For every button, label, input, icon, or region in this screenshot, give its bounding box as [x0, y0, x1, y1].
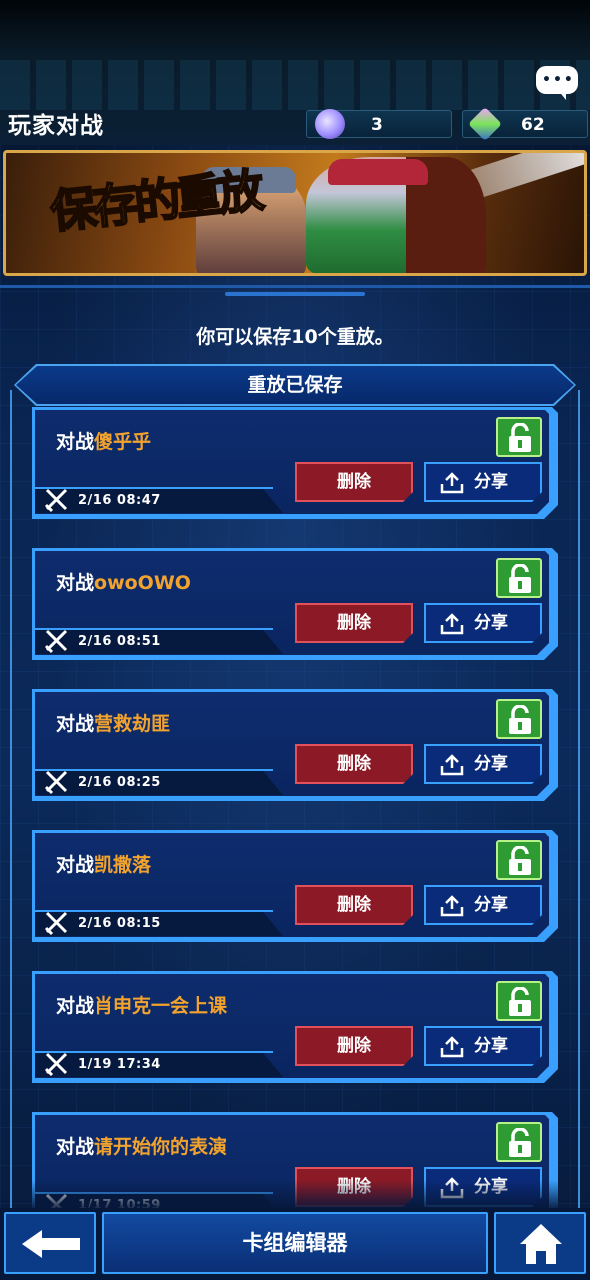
replay-card[interactable]: 对战owoOWO 2/16 08:51 删除 分享 — [32, 548, 558, 660]
share-icon — [440, 472, 464, 494]
share-icon — [440, 1036, 464, 1058]
share-label: 分享 — [474, 472, 508, 492]
delete-button[interactable]: 删除 — [295, 462, 413, 502]
opponent-name: 请开始你的表演 — [94, 1136, 228, 1158]
unlock-icon[interactable] — [496, 840, 542, 880]
opponent-name: 凯撒落 — [94, 854, 152, 876]
unlock-icon[interactable] — [496, 699, 542, 739]
share-button[interactable]: 分享 — [424, 885, 542, 925]
home-icon — [520, 1224, 562, 1264]
replay-title: 对战凯撒落 — [56, 850, 151, 877]
replay-title: 对战傻乎乎 — [56, 427, 151, 454]
unlock-icon[interactable] — [496, 981, 542, 1021]
page-title: 玩家对战 — [8, 113, 104, 139]
deck-editor-button[interactable]: 卡组编辑器 — [102, 1212, 488, 1274]
delete-button[interactable]: 删除 — [295, 744, 413, 784]
delete-button[interactable]: 删除 — [295, 885, 413, 925]
opponent-name: 肖申克一会上课 — [94, 995, 228, 1017]
replay-prefix: 对战 — [56, 713, 95, 735]
home-button[interactable] — [494, 1212, 586, 1274]
scroll-fade — [32, 1180, 558, 1208]
replay-prefix: 对战 — [56, 995, 95, 1017]
unlock-icon[interactable] — [496, 558, 542, 598]
replay-prefix: 对战 — [56, 1136, 95, 1158]
share-label: 分享 — [474, 895, 508, 915]
share-button[interactable]: 分享 — [424, 1026, 542, 1066]
replay-title: 对战owoOWO — [56, 568, 191, 595]
gem-currency[interactable]: 62 — [462, 107, 588, 141]
crossed-swords-icon — [44, 488, 68, 513]
replay-title: 对战请开始你的表演 — [56, 1132, 227, 1159]
crossed-swords-icon — [44, 629, 68, 654]
replay-date: 2/16 08:25 — [78, 775, 161, 790]
share-icon — [440, 613, 464, 635]
list-header: 重放已保存 — [16, 366, 574, 404]
opponent-name: 傻乎乎 — [94, 431, 152, 453]
replay-title: 对战肖申克一会上课 — [56, 991, 227, 1018]
share-icon — [440, 895, 464, 917]
gem-icon — [468, 107, 502, 141]
replay-limit-text: 你可以保存10个重放。 — [196, 326, 394, 348]
padlock-open-icon — [509, 1128, 531, 1157]
replay-date: 2/16 08:15 — [78, 916, 161, 931]
unlock-icon[interactable] — [496, 417, 542, 457]
share-button[interactable]: 分享 — [424, 603, 542, 643]
divider — [0, 285, 590, 288]
replay-banner: 保存的重放 — [3, 150, 587, 276]
replay-card[interactable]: 对战营救劫匪 2/16 08:25 删除 分享 — [32, 689, 558, 801]
share-button[interactable]: 分享 — [424, 462, 542, 502]
orb-count: 3 — [371, 115, 383, 135]
arrow-left-icon — [22, 1230, 80, 1258]
back-button[interactable] — [4, 1212, 96, 1274]
replay-card[interactable]: 对战凯撒落 2/16 08:15 删除 分享 — [32, 830, 558, 942]
gem-count: 62 — [521, 115, 545, 135]
divider-accent — [225, 292, 365, 296]
share-label: 分享 — [474, 1036, 508, 1056]
opponent-name: 营救劫匪 — [94, 713, 171, 735]
share-label: 分享 — [474, 613, 508, 633]
replay-title: 对战营救劫匪 — [56, 709, 170, 736]
orb-icon — [315, 109, 345, 139]
opponent-name: owoOWO — [94, 572, 191, 594]
orb-currency[interactable]: 3 — [306, 109, 452, 139]
replay-date: 2/16 08:47 — [78, 493, 161, 508]
replay-date: 2/16 08:51 — [78, 634, 161, 649]
replay-prefix: 对战 — [56, 431, 95, 453]
padlock-open-icon — [509, 846, 531, 875]
crossed-swords-icon — [44, 770, 68, 795]
crossed-swords-icon — [44, 911, 68, 936]
replay-prefix: 对战 — [56, 854, 95, 876]
padlock-open-icon — [509, 987, 531, 1016]
circuit-decoration — [0, 60, 590, 110]
crossed-swords-icon — [44, 1052, 68, 1077]
share-button[interactable]: 分享 — [424, 744, 542, 784]
replay-prefix: 对战 — [56, 572, 95, 594]
chat-bubble-icon[interactable]: ••• — [536, 66, 578, 100]
share-icon — [440, 754, 464, 776]
padlock-open-icon — [509, 423, 531, 452]
replay-card[interactable]: 对战傻乎乎 2/16 08:47 删除 分享 — [32, 407, 558, 519]
delete-button[interactable]: 删除 — [295, 603, 413, 643]
character-illustration — [306, 157, 486, 273]
padlock-open-icon — [509, 705, 531, 734]
replay-card[interactable]: 对战肖申克一会上课 1/19 17:34 删除 分享 — [32, 971, 558, 1083]
unlock-icon[interactable] — [496, 1122, 542, 1162]
replay-date: 1/19 17:34 — [78, 1057, 161, 1072]
share-label: 分享 — [474, 754, 508, 774]
delete-button[interactable]: 删除 — [295, 1026, 413, 1066]
padlock-open-icon — [509, 564, 531, 593]
